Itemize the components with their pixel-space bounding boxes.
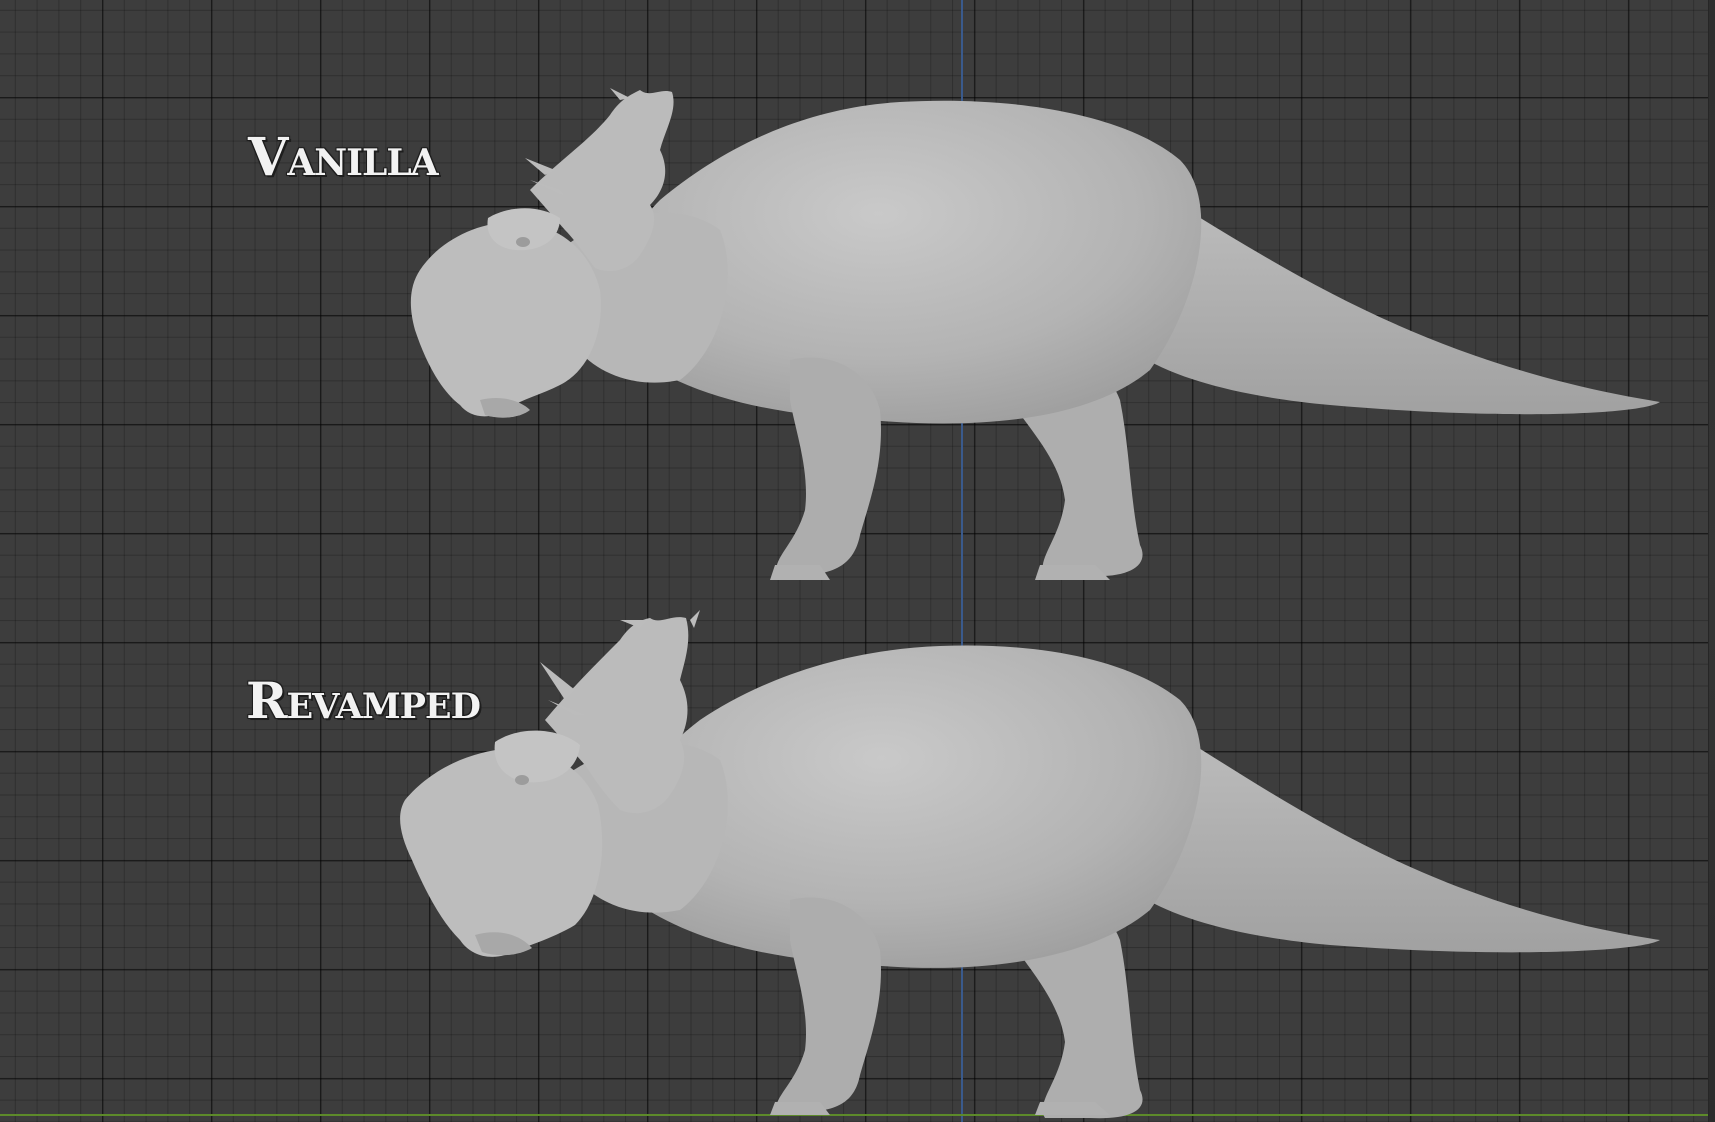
revamped-dinosaur-model[interactable]	[400, 610, 1660, 1119]
vanilla-label: Vanilla	[248, 127, 439, 188]
revamped-label: Revamped	[246, 671, 481, 730]
vanilla-dinosaur-model[interactable]	[410, 88, 1660, 580]
3d-viewport[interactable]: Vanilla Revamped	[0, 0, 1715, 1122]
